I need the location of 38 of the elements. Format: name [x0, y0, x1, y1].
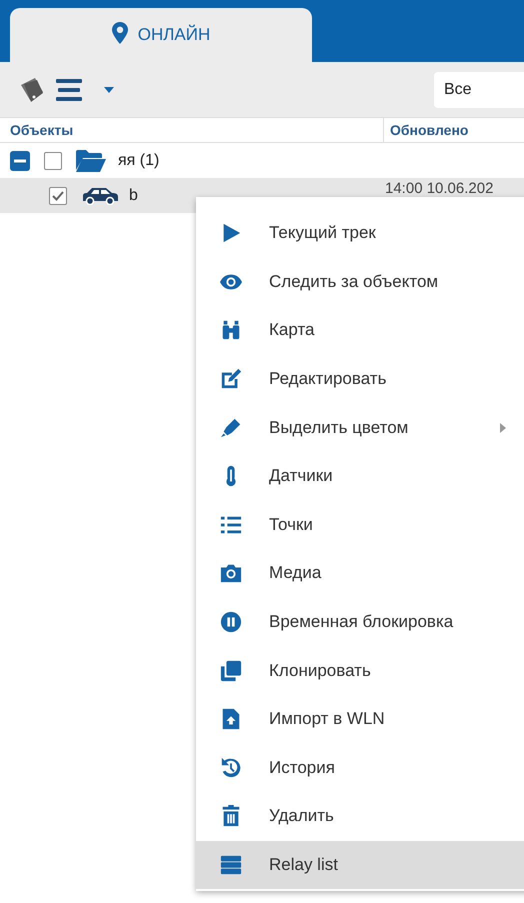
menu-item[interactable]: Клонировать	[196, 646, 524, 695]
menu-item[interactable]: Relay list	[196, 840, 524, 890]
menu-item[interactable]: Временная блокировка	[196, 598, 524, 646]
menu-item[interactable]: Удалить	[196, 792, 524, 841]
menu-item[interactable]: История	[196, 744, 524, 792]
collapse-icon[interactable]	[10, 150, 30, 170]
menu-item[interactable]: Импорт в WLN	[196, 694, 524, 744]
server-icon	[220, 854, 242, 876]
menu-icon[interactable]	[56, 78, 84, 102]
menu-item[interactable]: Карта	[196, 306, 524, 355]
column-header[interactable]: Объекты	[0, 118, 384, 142]
filter-field[interactable]: Все	[434, 72, 524, 108]
folder-icon	[76, 150, 106, 172]
checkbox[interactable]	[49, 186, 67, 204]
menu-item[interactable]: Точки	[196, 500, 524, 550]
caret-icon[interactable]	[104, 86, 114, 92]
history-icon	[220, 756, 242, 779]
updated-time: 14:00 10.06.202	[385, 180, 494, 197]
trash-icon	[220, 805, 242, 828]
group-label[interactable]: яя (1)	[118, 152, 160, 170]
menu-item[interactable]: Датчики	[196, 452, 524, 501]
map-pin-icon	[112, 22, 128, 44]
online-tab[interactable]: ОНЛАЙН	[10, 8, 312, 62]
marker-icon	[220, 416, 242, 439]
binoculars-icon	[220, 319, 242, 342]
menu-item[interactable]: Выделить цветом	[196, 403, 524, 452]
object-label: b	[129, 186, 138, 204]
pause-icon	[220, 611, 242, 634]
menu-item[interactable]: Медиа	[196, 549, 524, 598]
file-upload-icon	[220, 708, 242, 730]
copy-icon	[220, 660, 242, 682]
car-icon	[81, 186, 119, 204]
checkbox[interactable]	[44, 152, 62, 170]
camera-icon	[220, 562, 242, 584]
edit-icon	[220, 368, 242, 390]
column-header[interactable]: Обновлено	[384, 122, 468, 138]
menu-item[interactable]: Следить за объектом	[196, 258, 524, 306]
menu-item[interactable]: Редактировать	[196, 354, 524, 404]
